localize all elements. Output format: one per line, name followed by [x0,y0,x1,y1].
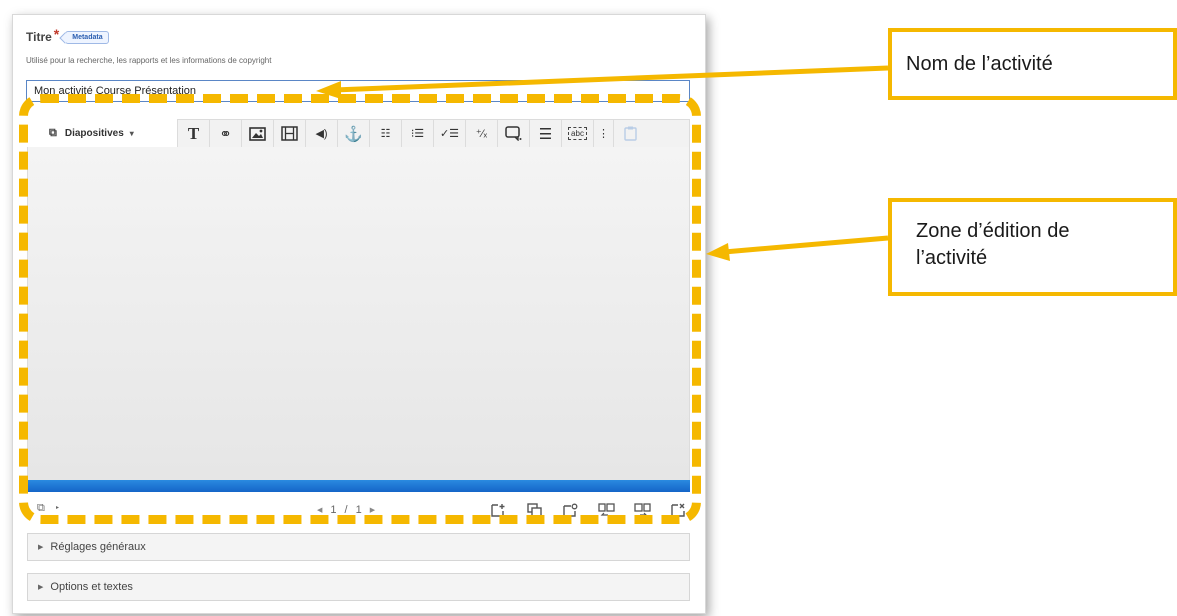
previous-slide-icon[interactable]: ◀ [317,506,322,514]
slide-canvas[interactable] [27,147,690,480]
slide-actions [487,500,689,520]
paste-icon[interactable] [614,120,646,147]
fill-in-blanks-icon[interactable]: ☷ [370,120,402,147]
multiple-choice-icon[interactable]: ✓☰ [434,120,466,147]
more-icon[interactable]: ⋮ [594,120,614,147]
title-label: Titre [26,30,52,44]
next-slide-icon[interactable]: ▶ [370,506,375,514]
slide-navigation-bar: ⧉ ▸ ◀ 1 / 1 ▶ [27,497,690,525]
link-icon[interactable]: ⚭ [210,120,242,147]
pager-total: 1 [355,504,362,516]
clone-slide-icon[interactable] [523,500,545,520]
move-right-icon[interactable] [631,500,653,520]
slides-overview-icon[interactable]: ⧉ [37,502,45,515]
slides-menu-label: Diapositives [64,127,124,139]
anchor-icon[interactable]: ⚓ [338,120,370,147]
activity-name-callout: Nom de l’activité [888,28,1177,100]
video-icon[interactable] [274,120,306,147]
dialog-cards-icon[interactable] [498,120,530,147]
content-type-toolbar: T ⚭ ◀) ⚓ ☷ ⁝☰ ✓☰ ⁺⁄ₓ ☰ abc ⋮ [177,119,690,147]
title-input[interactable] [26,80,690,102]
new-slide-icon[interactable] [487,500,509,520]
editing-zone-arrow [723,235,889,255]
pager-separator: / [344,504,348,516]
text-icon[interactable]: T [178,120,210,147]
slides-icon: ⧉ [49,126,57,139]
options-texts-section[interactable]: ▶ Options et textes [27,573,690,601]
image-icon[interactable] [242,120,274,147]
caret-right-icon: ▶ [38,544,44,551]
summary-icon[interactable]: ☰ [530,120,562,147]
true-false-icon[interactable]: ⁺⁄ₓ [466,120,498,147]
pager-current: 1 [330,504,337,516]
editor-panel: Titre * Metadata Utilisé pour la recherc… [12,14,706,614]
required-marker: * [53,26,60,42]
slide-progress-bar [27,480,690,492]
editor-toolbar-row: ⧉ Diapositives ▾ T ⚭ ◀) ⚓ ☷ ⁝☰ ✓☰ ⁺⁄ₓ ☰ … [27,119,690,147]
single-choice-icon[interactable]: ⁝☰ [402,120,434,147]
title-helper-text: Utilisé pour la recherche, les rapports … [26,56,272,65]
title-field-header: Titre * Metadata [26,26,109,45]
move-left-icon[interactable] [595,500,617,520]
background-icon[interactable] [559,500,581,520]
callout-zone-line1: Zone d’édition de [916,220,1070,242]
audio-icon[interactable]: ◀) [306,120,338,147]
caret-right-icon: ▸ [56,505,60,511]
editing-zone-arrowhead [706,243,730,261]
slide-pager: ◀ 1 / 1 ▶ [317,504,375,516]
callout-name-text: Nom de l’activité [906,53,1053,75]
metadata-button[interactable]: Metadata [65,30,109,44]
general-settings-section[interactable]: ▶ Réglages généraux [27,533,690,561]
general-settings-label: Réglages généraux [50,541,146,553]
drag-text-icon[interactable]: abc [562,120,594,147]
callout-zone-line2: l’activité [916,247,988,269]
options-texts-label: Options et textes [50,581,133,593]
editing-zone-callout: Zone d’édition de l’activité [888,198,1177,296]
caret-right-icon: ▶ [38,584,44,591]
delete-slide-icon[interactable] [667,500,689,520]
slides-menu-button[interactable]: ⧉ Diapositives ▾ [27,119,177,147]
chevron-down-icon: ▾ [129,128,134,138]
